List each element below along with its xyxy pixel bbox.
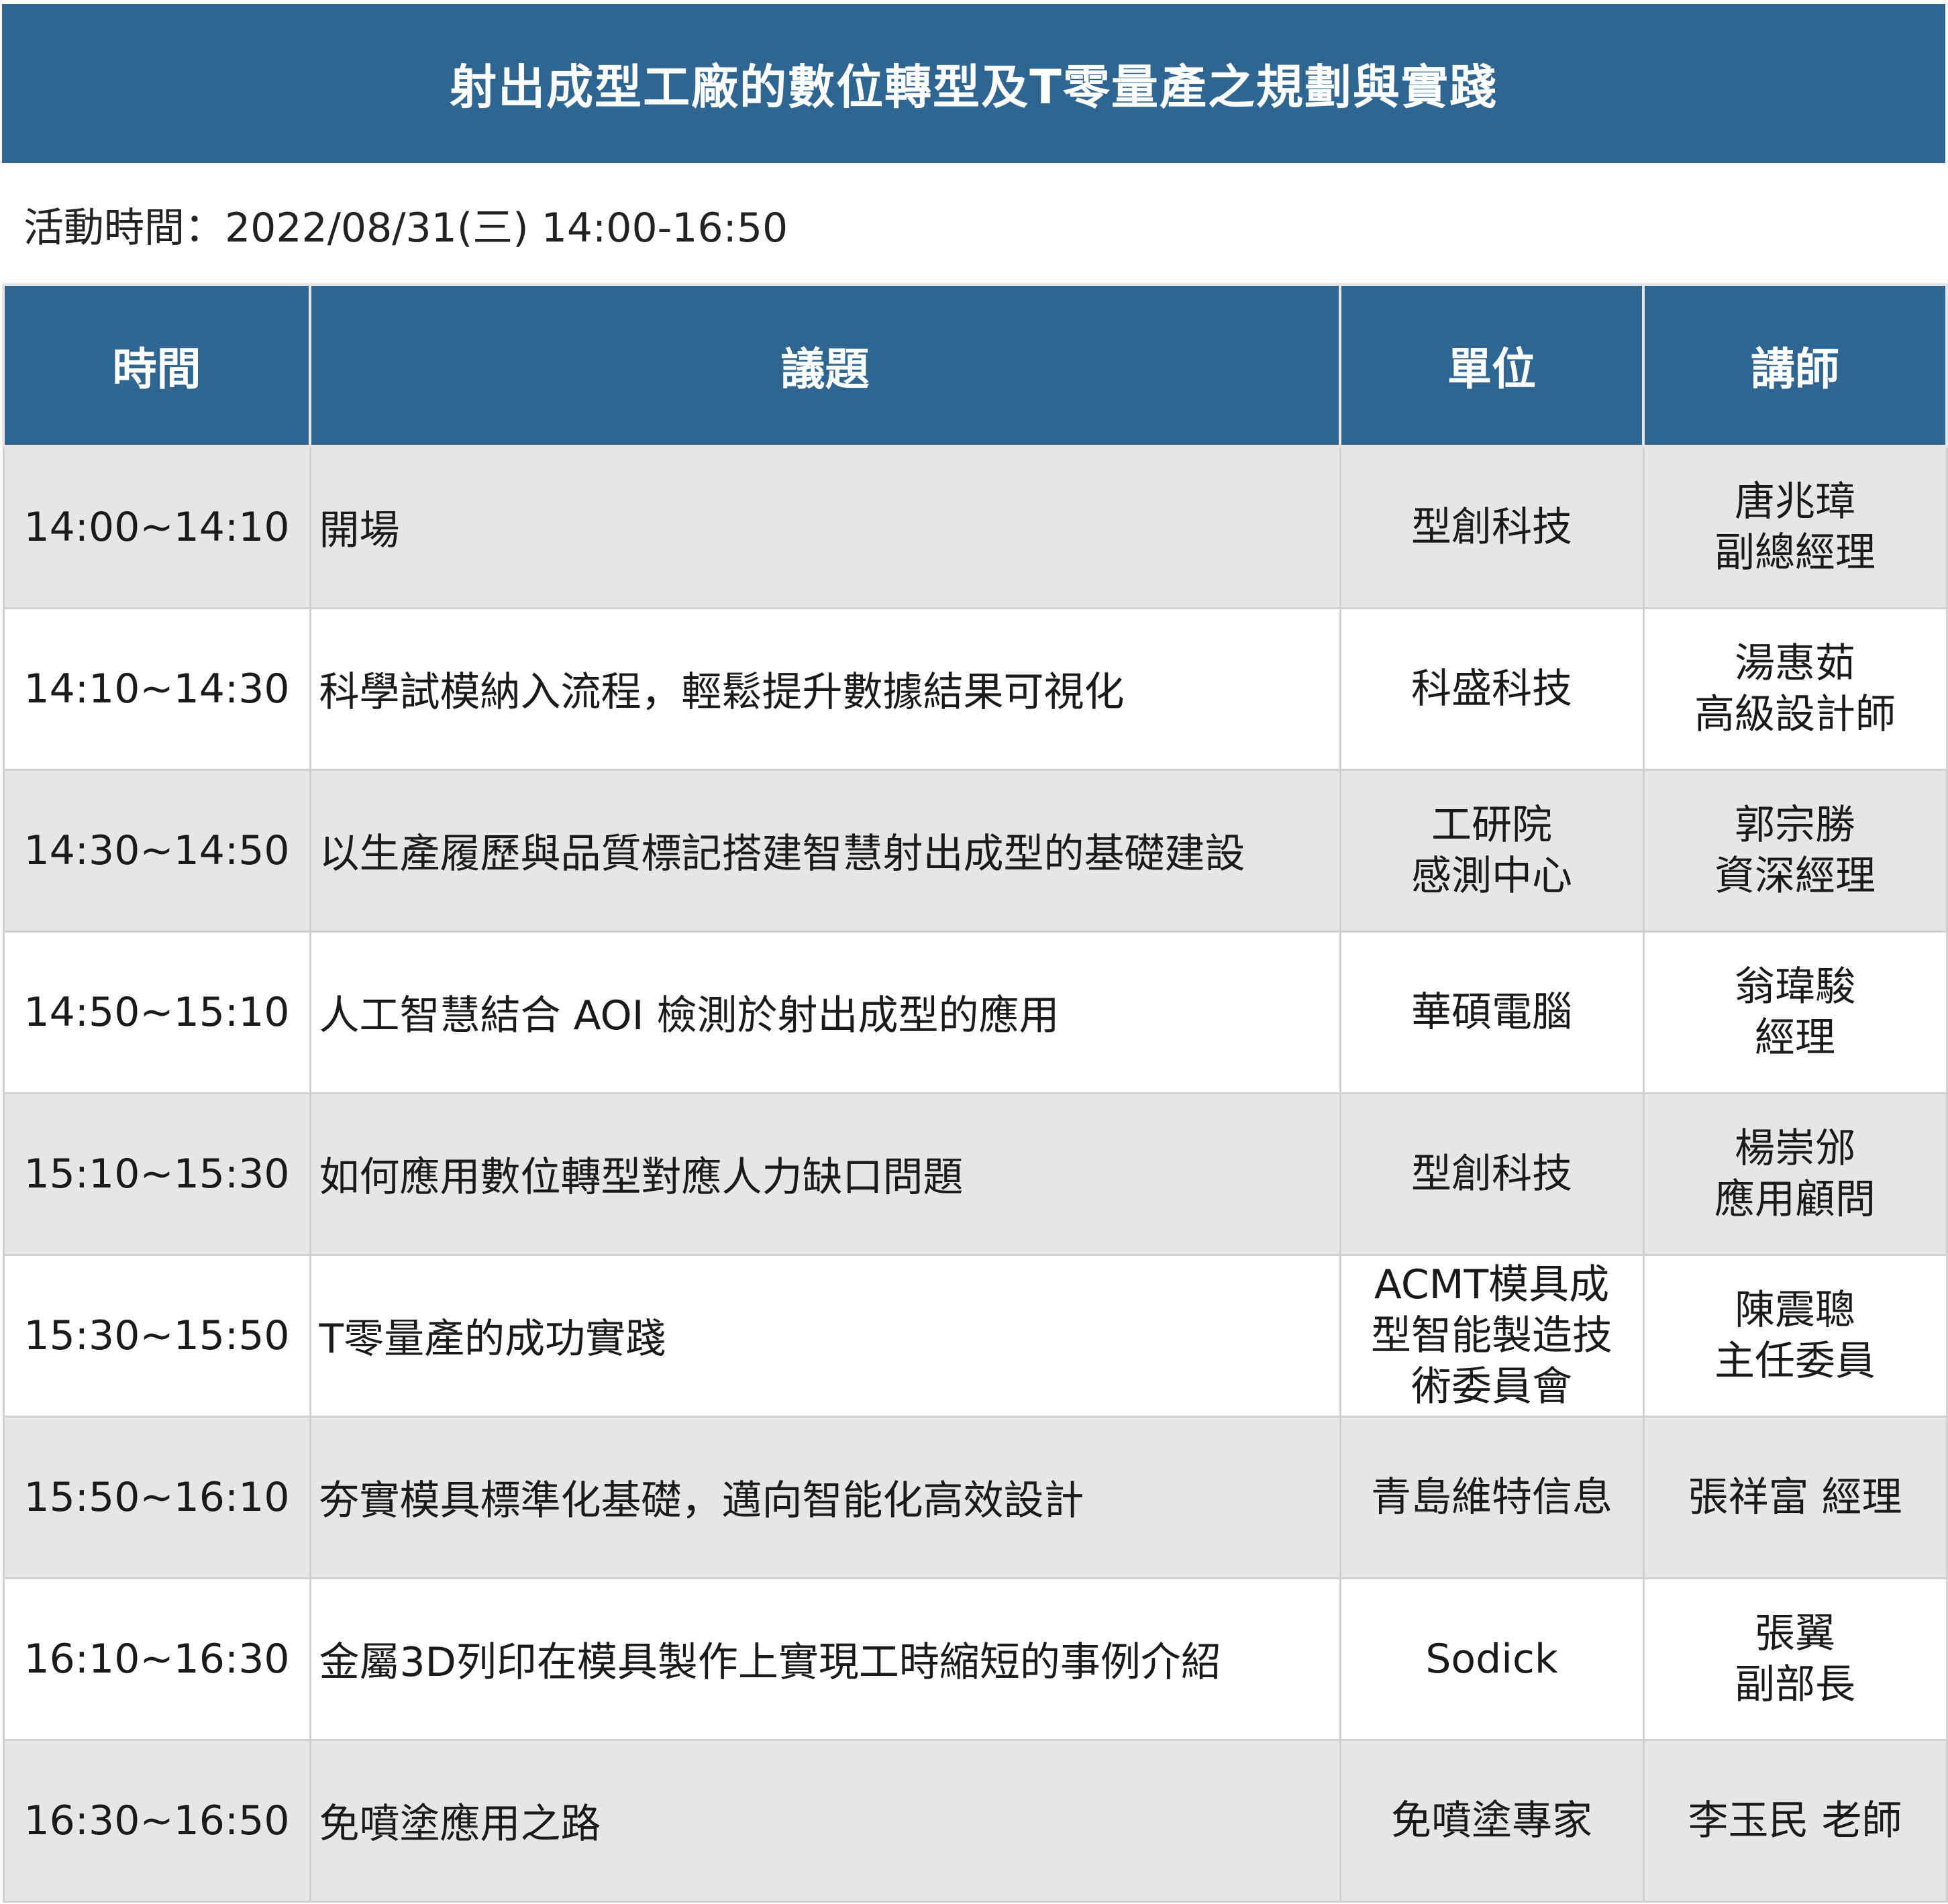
session-speaker: 楊崇邠 應用顧問 — [1642, 1092, 1948, 1256]
unit-line: 型創科技 — [1411, 1150, 1572, 1198]
unit-line: Sodick — [1425, 1635, 1558, 1683]
session-time: 14:00~14:10 — [2, 445, 311, 609]
speaker-line: 應用顧問 — [1714, 1175, 1876, 1223]
agenda-page: 射出成型工廠的數位轉型及T零量產之規劃與實踐 活動時間：2022/08/31(三… — [0, 0, 1948, 1904]
speaker-line: 湯惠茹 — [1735, 639, 1855, 687]
session-speaker: 郭宗勝 資深經理 — [1642, 768, 1948, 933]
session-unit: 型創科技 — [1339, 1092, 1645, 1256]
table-row: 15:50~16:10 夯實模具標準化基礎，邁向智能化高效設計 青島維特信息 張祥富 … — [2, 1415, 1948, 1579]
session-topic: 科學試模納入流程，輕鬆提升數據結果可視化 — [309, 606, 1341, 771]
speaker-line: 張翼 — [1755, 1609, 1835, 1657]
session-topic: 人工智慧結合 AOI 檢測於射出成型的應用 — [309, 930, 1341, 1094]
unit-line: 科盛科技 — [1411, 665, 1572, 712]
speaker-line: 經理 — [1755, 1014, 1835, 1061]
speaker-line: 唐兆璋 — [1735, 478, 1855, 525]
table-row: 16:30~16:50 免噴塗應用之路 免噴塗專家 李玉民 老師 — [2, 1738, 1948, 1903]
agenda-body: 14:00~14:10 開場 型創科技 唐兆璋 副總經理 14:10~14:30 科學試模納… — [2, 445, 1948, 1903]
header-topic: 議題 — [309, 283, 1341, 447]
session-topic: 開場 — [309, 445, 1341, 609]
header-unit: 單位 — [1339, 283, 1645, 447]
table-row: 15:10~15:30 如何應用數位轉型對應人力缺口問題 型創科技 楊崇邠 應用顧問 — [2, 1092, 1948, 1256]
speaker-line: 李玉民 老師 — [1688, 1797, 1902, 1844]
unit-line: 術委員會 — [1411, 1363, 1572, 1410]
table-row: 16:10~16:30 金屬3D列印在模具製作上實現工時縮短的事例介紹 Sodick… — [2, 1577, 1948, 1741]
session-unit: 華碩電腦 — [1339, 930, 1645, 1094]
table-row: 14:00~14:10 開場 型創科技 唐兆璋 副總經理 — [2, 445, 1948, 609]
unit-line: 免噴塗專家 — [1391, 1797, 1592, 1844]
header-speaker: 講師 — [1642, 283, 1948, 447]
table-row: 15:30~15:50 T零量產的成功實踐 ACMT模具成 型智能製造技 術委員會 陳震聰… — [2, 1253, 1948, 1418]
unit-line: 工研院 — [1431, 801, 1552, 849]
speaker-line: 陳震聰 — [1735, 1286, 1855, 1334]
speaker-line: 郭宗勝 — [1735, 801, 1855, 849]
session-time: 15:30~15:50 — [2, 1253, 311, 1418]
session-topic: 免噴塗應用之路 — [309, 1738, 1341, 1903]
session-unit: ACMT模具成 型智能製造技 術委員會 — [1339, 1253, 1645, 1418]
session-unit: 型創科技 — [1339, 445, 1645, 609]
speaker-line: 翁瑋駿 — [1735, 963, 1855, 1010]
speaker-line: 高級設計師 — [1694, 690, 1896, 738]
session-speaker: 唐兆璋 副總經理 — [1642, 445, 1948, 609]
session-unit: 科盛科技 — [1339, 606, 1645, 771]
agenda-title: 射出成型工廠的數位轉型及T零量產之規劃與實踐 — [2, 4, 1945, 163]
session-topic: 金屬3D列印在模具製作上實現工時縮短的事例介紹 — [309, 1577, 1341, 1741]
table-row: 14:10~14:30 科學試模納入流程，輕鬆提升數據結果可視化 科盛科技 湯惠茹 高級… — [2, 606, 1948, 771]
session-unit: 免噴塗專家 — [1339, 1738, 1645, 1903]
session-time: 15:10~15:30 — [2, 1092, 311, 1256]
speaker-line: 張祥富 經理 — [1688, 1473, 1902, 1521]
session-topic: 如何應用數位轉型對應人力缺口問題 — [309, 1092, 1341, 1256]
session-speaker: 張翼 副部長 — [1642, 1577, 1948, 1741]
session-time: 16:30~16:50 — [2, 1738, 311, 1903]
session-unit: 工研院 感測中心 — [1339, 768, 1645, 933]
session-time: 16:10~16:30 — [2, 1577, 311, 1741]
speaker-line: 副部長 — [1735, 1660, 1855, 1708]
session-time: 14:10~14:30 — [2, 606, 311, 771]
table-row: 14:30~14:50 以生產履歷與品質標記搭建智慧射出成型的基礎建設 工研院 感測中… — [2, 768, 1948, 933]
table-row: 14:50~15:10 人工智慧結合 AOI 檢測於射出成型的應用 華碩電腦 翁瑋駿經… — [2, 930, 1948, 1094]
session-unit: Sodick — [1339, 1577, 1645, 1741]
table-header-row: 時間 議題 單位 講師 — [2, 283, 1948, 447]
speaker-line: 資深經理 — [1714, 852, 1876, 900]
event-time: 活動時間：2022/08/31(三) 14:00-16:50 — [2, 166, 1945, 283]
session-speaker: 張祥富 經理 — [1642, 1415, 1948, 1579]
session-time: 15:50~16:10 — [2, 1415, 311, 1579]
session-speaker: 陳震聰 主任委員 — [1642, 1253, 1948, 1418]
session-speaker: 李玉民 老師 — [1642, 1738, 1948, 1903]
agenda-table: 時間 議題 單位 講師 14:00~14:10 開場 型創科技 唐兆璋 副總經理 14:1… — [2, 283, 1948, 1903]
unit-line: 感測中心 — [1411, 852, 1572, 900]
session-topic: T零量產的成功實踐 — [309, 1253, 1341, 1418]
unit-line: 青島維特信息 — [1371, 1473, 1612, 1521]
session-time: 14:30~14:50 — [2, 768, 311, 933]
header-time: 時間 — [2, 283, 311, 447]
speaker-line: 楊崇邠 — [1735, 1124, 1855, 1172]
unit-line: 華碩電腦 — [1411, 988, 1572, 1036]
unit-line: 型智能製造技 — [1371, 1312, 1612, 1359]
session-speaker: 翁瑋駿 經理 — [1642, 930, 1948, 1094]
session-unit: 青島維特信息 — [1339, 1415, 1645, 1579]
speaker-line: 副總經理 — [1714, 529, 1876, 576]
unit-line: ACMT模具成 — [1374, 1261, 1610, 1308]
session-topic: 夯實模具標準化基礎，邁向智能化高效設計 — [309, 1415, 1341, 1579]
session-topic: 以生產履歷與品質標記搭建智慧射出成型的基礎建設 — [309, 768, 1341, 933]
speaker-line: 主任委員 — [1714, 1337, 1876, 1385]
session-time: 14:50~15:10 — [2, 930, 311, 1094]
session-speaker: 湯惠茹 高級設計師 — [1642, 606, 1948, 771]
unit-line: 型創科技 — [1411, 503, 1572, 551]
